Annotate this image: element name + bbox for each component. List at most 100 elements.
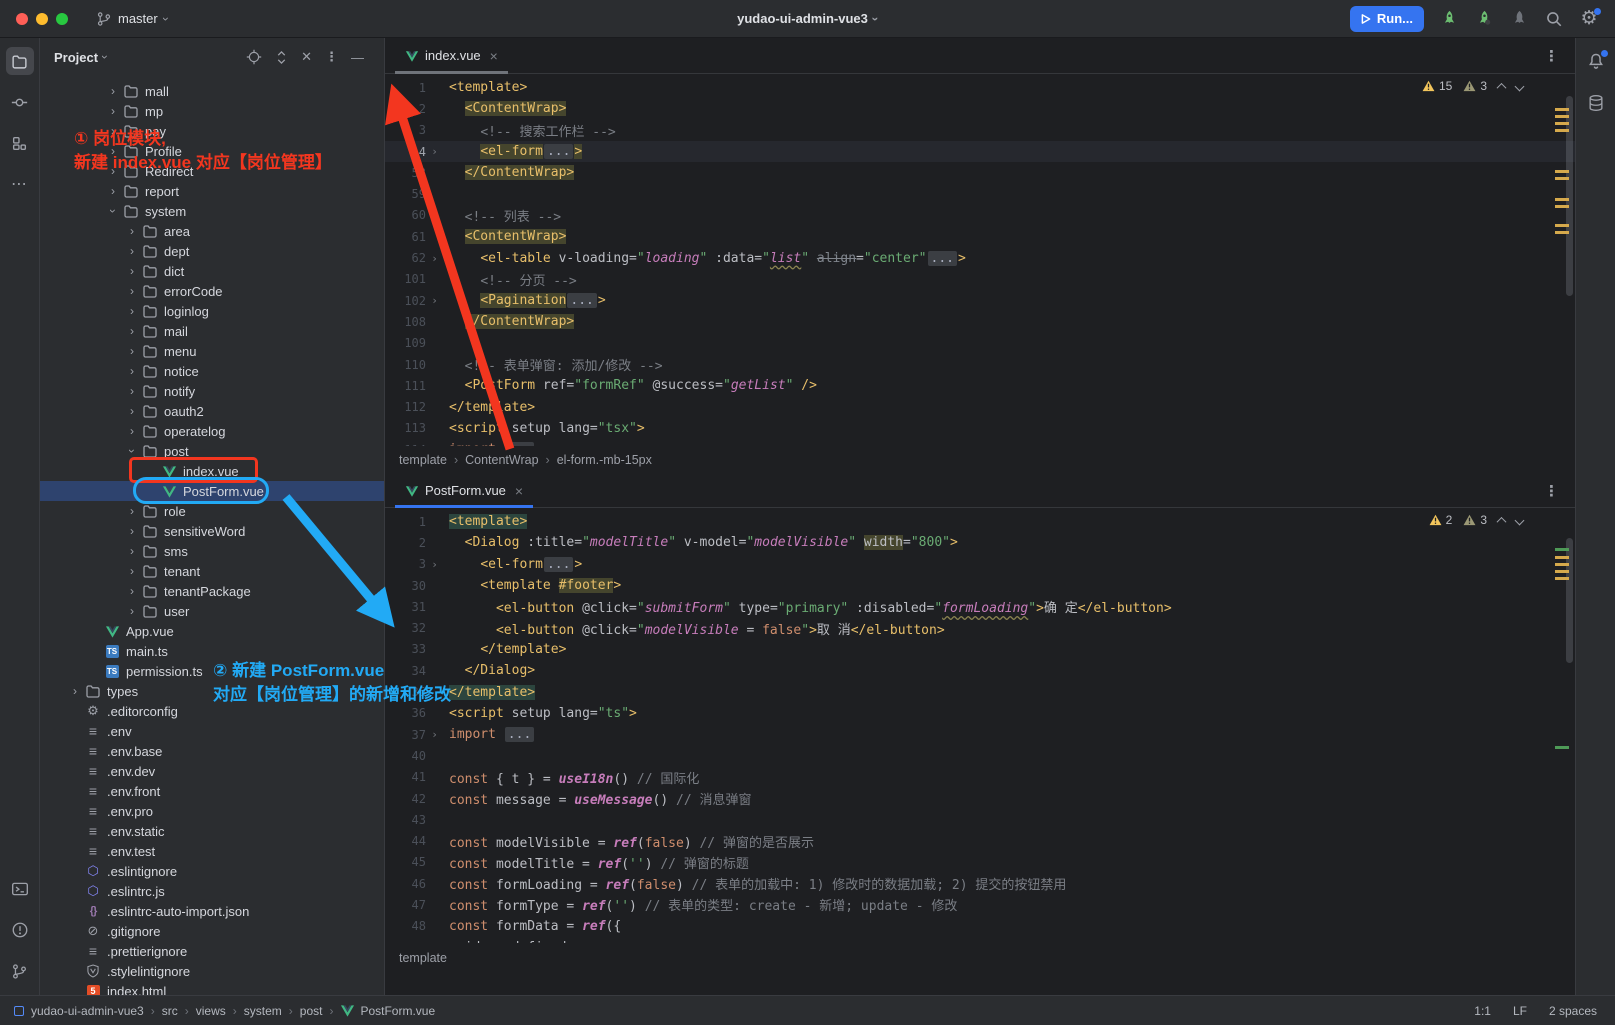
code-line-101[interactable]: 101 <!-- 分页 --> — [385, 269, 1575, 290]
tree-item-sms[interactable]: ›sms — [40, 541, 384, 561]
tree-item-.env.base[interactable]: ≡.env.base — [40, 741, 384, 761]
code-line-110[interactable]: 110 <!-- 表单弹窗: 添加/修改 --> — [385, 354, 1575, 375]
commit-tool-icon[interactable] — [6, 88, 34, 116]
code-line-3[interactable]: 3 <!-- 搜索工作栏 --> — [385, 120, 1575, 141]
tree-item-.eslintrc-auto-import.json[interactable]: {}.eslintrc-auto-import.json — [40, 901, 384, 921]
tree-item-dict[interactable]: ›dict — [40, 261, 384, 281]
project-panel-title[interactable]: Project — [54, 50, 98, 65]
weak-warnings-badge[interactable]: 3 — [1463, 513, 1487, 527]
breadcrumb-item[interactable]: template — [399, 453, 447, 467]
tree-item-mail[interactable]: ›mail — [40, 321, 384, 341]
next-problem-icon[interactable] — [1515, 515, 1525, 525]
code-line-33[interactable]: 33 </template> — [385, 639, 1575, 660]
status-path-post[interactable]: post — [300, 1004, 323, 1018]
tab-postform-vue[interactable]: PostForm.vue × — [395, 474, 533, 507]
code-line-113[interactable]: 113<script setup lang="tsx"> — [385, 418, 1575, 439]
code-line-46[interactable]: 46const formLoading = ref(false) // 表单的加… — [385, 873, 1575, 894]
tree-item-PostForm.vue[interactable]: PostForm.vue — [40, 481, 384, 501]
status-path-PostForm.vue[interactable]: PostForm.vue — [340, 1003, 435, 1018]
tree-item-.env.front[interactable]: ≡.env.front — [40, 781, 384, 801]
tree-item-dept[interactable]: ›dept — [40, 241, 384, 261]
code-line-48[interactable]: 48const formData = ref({ — [385, 916, 1575, 937]
tree-item-report[interactable]: ›report — [40, 181, 384, 201]
settings-gear-icon[interactable]: ⚙ — [1579, 9, 1599, 29]
tree-item-Redirect[interactable]: ›Redirect — [40, 161, 384, 181]
status-path-src[interactable]: src — [162, 1004, 178, 1018]
tree-item-user[interactable]: ›user — [40, 601, 384, 621]
code-line-59[interactable]: 59 — [385, 183, 1575, 204]
tree-chevron-icon[interactable]: › — [123, 425, 141, 437]
code-line-32[interactable]: 32 <el-button @click="modelVisible = fal… — [385, 617, 1575, 638]
status-path-yudao-ui-admin-vue3[interactable]: yudao-ui-admin-vue3 — [31, 1004, 144, 1018]
tree-item-post[interactable]: ›post — [40, 441, 384, 461]
tree-chevron-icon[interactable]: › — [107, 202, 119, 220]
tree-chevron-icon[interactable]: › — [104, 185, 122, 197]
panel-options-kebab-icon[interactable]: ⋮ — [325, 49, 338, 65]
tree-chevron-icon[interactable]: › — [123, 345, 141, 357]
tree-item-mp[interactable]: ›mp — [40, 101, 384, 121]
notifications-bell-icon[interactable] — [1586, 51, 1606, 71]
fold-region-icon[interactable]: › — [426, 558, 443, 571]
database-tool-icon[interactable] — [1586, 93, 1606, 113]
code-line-35[interactable]: 35</template> — [385, 681, 1575, 702]
code-line-62[interactable]: 62› <el-table v-loading="loading" :data=… — [385, 247, 1575, 268]
fold-region-icon[interactable]: › — [426, 728, 443, 741]
tree-chevron-icon[interactable]: › — [123, 405, 141, 417]
tree-chevron-icon[interactable]: › — [104, 125, 122, 137]
code-line-2[interactable]: 2 <Dialog :title="modelTitle" v-model="m… — [385, 532, 1575, 553]
caret-position[interactable]: 1:1 — [1474, 1004, 1491, 1018]
tree-item-menu[interactable]: ›menu — [40, 341, 384, 361]
indent-size[interactable]: 2 spaces — [1549, 1004, 1597, 1018]
version-control-tool-icon[interactable] — [6, 957, 34, 985]
code-line-3[interactable]: 3› <el-form...> — [385, 554, 1575, 575]
tree-chevron-icon[interactable]: › — [123, 565, 141, 577]
editor-options-kebab-icon[interactable]: ⋮ — [1544, 482, 1559, 500]
breadcrumb-item[interactable]: el-form.-mb-15px — [557, 453, 652, 467]
breadcrumb-item[interactable]: template — [399, 951, 447, 965]
code-line-44[interactable]: 44const modelVisible = ref(false) // 弹窗的… — [385, 830, 1575, 851]
code-line-49[interactable]: 49 id: undefined — [385, 937, 1575, 943]
code-line-47[interactable]: 47const formType = ref('') // 表单的类型: cre… — [385, 894, 1575, 915]
code-line-36[interactable]: 36<script setup lang="ts"> — [385, 703, 1575, 724]
tree-item-pay[interactable]: ›pay — [40, 121, 384, 141]
problems-tool-icon[interactable] — [6, 916, 34, 944]
code-line-58[interactable]: 58 </ContentWrap> — [385, 162, 1575, 183]
select-opened-file-icon[interactable] — [246, 49, 262, 65]
tree-item-index.vue[interactable]: index.vue — [40, 461, 384, 481]
tree-item-main.ts[interactable]: TSmain.ts — [40, 641, 384, 661]
run-button[interactable]: Run... — [1350, 6, 1424, 32]
tree-chevron-icon[interactable]: › — [123, 545, 141, 557]
tree-item-.eslintignore[interactable]: ⬡.eslintignore — [40, 861, 384, 881]
tree-item-.env.dev[interactable]: ≡.env.dev — [40, 761, 384, 781]
warnings-badge[interactable]: 2 — [1429, 513, 1453, 527]
tree-chevron-icon[interactable]: › — [104, 85, 122, 97]
fold-region-icon[interactable]: › — [426, 252, 443, 265]
tree-item-.stylelintignore[interactable]: .stylelintignore — [40, 961, 384, 981]
editor-options-kebab-icon[interactable]: ⋮ — [1544, 47, 1559, 65]
tree-item-tenantPackage[interactable]: ›tenantPackage — [40, 581, 384, 601]
tree-item-tenant[interactable]: ›tenant — [40, 561, 384, 581]
line-separator[interactable]: LF — [1513, 1004, 1527, 1018]
close-tab-icon[interactable]: × — [515, 483, 523, 499]
status-path-system[interactable]: system — [244, 1004, 282, 1018]
tree-chevron-icon[interactable]: › — [123, 245, 141, 257]
tree-item-notice[interactable]: ›notice — [40, 361, 384, 381]
tree-chevron-icon[interactable]: › — [104, 145, 122, 157]
tree-item-.eslintrc.js[interactable]: ⬡.eslintrc.js — [40, 881, 384, 901]
inspections-widget[interactable]: 2 3 — [1429, 513, 1523, 527]
profiler-debug-icon[interactable] — [1474, 9, 1494, 29]
git-branch-widget[interactable]: master › — [96, 11, 168, 27]
code-line-114[interactable]: 114›import — [385, 439, 1575, 446]
code-line-37[interactable]: 37›import ... — [385, 724, 1575, 745]
code-line-43[interactable]: 43 — [385, 809, 1575, 830]
tree-chevron-icon[interactable]: › — [123, 605, 141, 617]
scrollbar-thumb[interactable] — [1566, 96, 1573, 296]
tree-item-mall[interactable]: ›mall — [40, 81, 384, 101]
warnings-badge[interactable]: 15 — [1422, 79, 1452, 93]
more-tools-icon[interactable]: ⋯ — [6, 170, 34, 198]
code-line-108[interactable]: 108 </ContentWrap> — [385, 311, 1575, 332]
hide-panel-icon[interactable]: — — [351, 50, 364, 65]
tree-item-role[interactable]: ›role — [40, 501, 384, 521]
code-line-60[interactable]: 60 <!-- 列表 --> — [385, 205, 1575, 226]
minimize-window-button[interactable] — [36, 13, 48, 25]
